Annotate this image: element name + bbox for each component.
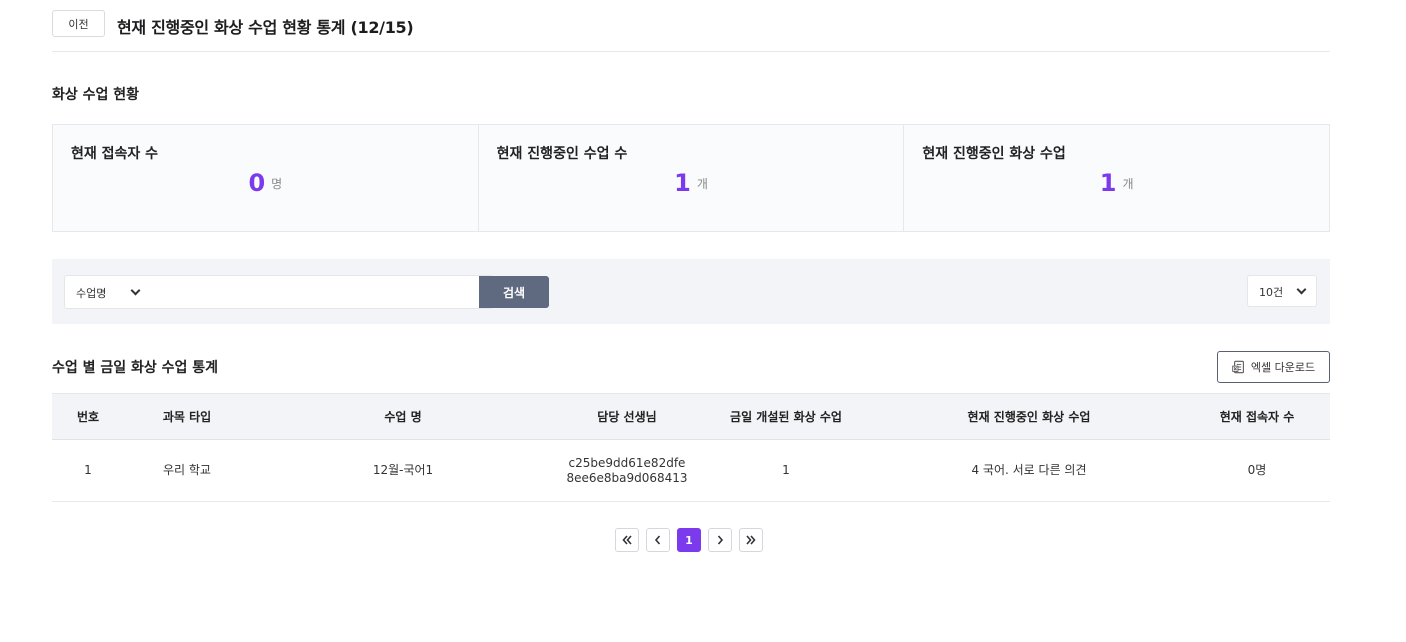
status-section-title: 화상 수업 현황 xyxy=(52,87,140,103)
last-page-button[interactable] xyxy=(739,528,763,552)
double-chevron-left-icon xyxy=(622,535,632,545)
column-header-class-name: 수업 명 xyxy=(384,410,422,424)
double-chevron-right-icon xyxy=(746,535,756,545)
chevron-down-icon xyxy=(1296,284,1307,295)
search-field-selected: 수업명 xyxy=(76,287,107,300)
chevron-left-icon xyxy=(654,535,661,545)
excel-download-button[interactable]: 엑셀 다운로드 xyxy=(1217,351,1330,383)
table-header-row: 번호 과목 타입 수업 명 담당 선생님 금일 개설된 화상 수업 현재 진행중… xyxy=(52,393,1330,440)
chevron-right-icon xyxy=(717,535,724,545)
search-bar: 수업명 검색 10건 xyxy=(52,259,1330,324)
column-header-current-class: 현재 진행중인 화상 수업 xyxy=(967,410,1091,424)
stats-panel: 현재 접속자 수 0명 현재 진행중인 수업 수 1개 현재 진행중인 화상 수… xyxy=(52,124,1330,232)
next-page-button[interactable] xyxy=(708,528,732,552)
first-page-button[interactable] xyxy=(615,528,639,552)
search-button[interactable]: 검색 xyxy=(479,276,549,308)
column-header-today-count: 금일 개설된 화상 수업 xyxy=(730,410,842,424)
stat-label: 현재 접속자 수 xyxy=(71,146,159,162)
stat-current-video-classes: 현재 진행중인 화상 수업 1개 xyxy=(904,125,1329,231)
stat-value-group: 0명 xyxy=(53,169,478,197)
chevron-down-icon xyxy=(130,285,141,296)
excel-download-label: 엑셀 다운로드 xyxy=(1250,361,1316,374)
stat-value-group: 1개 xyxy=(904,169,1329,197)
stat-unit: 개 xyxy=(696,176,708,191)
pagination: 1 xyxy=(615,528,763,552)
column-header-teacher: 담당 선생님 xyxy=(597,410,657,424)
table-section-title: 수업 별 금일 화상 수업 통계 xyxy=(52,360,219,376)
back-button[interactable]: 이전 xyxy=(52,10,105,37)
column-header-number: 번호 xyxy=(76,410,100,424)
stat-current-classes: 현재 진행중인 수업 수 1개 xyxy=(479,125,905,231)
stat-value: 1 xyxy=(1099,169,1117,197)
cell-today-count: 1 xyxy=(782,463,790,477)
cell-subject-type: 우리 학교 xyxy=(163,463,211,477)
column-header-subject-type: 과목 타입 xyxy=(162,410,212,424)
stat-unit: 개 xyxy=(1122,176,1134,191)
page-size-select[interactable]: 10건 xyxy=(1247,275,1317,307)
cell-teacher: c25be9dd61e82dfe8ee6e8ba9d068413 xyxy=(566,455,688,485)
page-size-selected: 10건 xyxy=(1259,286,1284,299)
stat-label: 현재 진행중인 화상 수업 xyxy=(922,146,1066,162)
cell-current-users: 0명 xyxy=(1247,463,1267,477)
stat-value: 1 xyxy=(674,169,691,197)
cell-current-class: 4 국어. 서로 다른 의견 xyxy=(971,463,1087,477)
search-input[interactable] xyxy=(152,275,480,309)
class-stats-table: 번호 과목 타입 수업 명 담당 선생님 금일 개설된 화상 수업 현재 진행중… xyxy=(52,393,1330,502)
stat-label: 현재 진행중인 수업 수 xyxy=(496,146,628,162)
stat-unit: 명 xyxy=(271,176,283,191)
page-button-current[interactable]: 1 xyxy=(677,528,701,552)
cell-class-name: 12월-국어1 xyxy=(372,463,434,477)
stat-value: 0 xyxy=(248,169,266,197)
page: 이전 현재 진행중인 화상 수업 현황 통계 (12/15) 화상 수업 현황 … xyxy=(52,0,1330,552)
page-title: 현재 진행중인 화상 수업 현황 통계 (12/15) xyxy=(117,18,414,37)
stat-current-users: 현재 접속자 수 0명 xyxy=(53,125,479,231)
cell-number: 1 xyxy=(84,463,92,477)
table-row[interactable]: 1 우리 학교 12월-국어1 c25be9dd61e82dfe8ee6e8ba… xyxy=(52,440,1330,502)
excel-file-icon xyxy=(1232,360,1244,374)
prev-page-button[interactable] xyxy=(646,528,670,552)
stat-value-group: 1개 xyxy=(479,169,904,197)
column-header-current-users: 현재 접속자 수 xyxy=(1219,410,1295,424)
page-header: 이전 현재 진행중인 화상 수업 현황 통계 (12/15) xyxy=(52,0,1330,52)
